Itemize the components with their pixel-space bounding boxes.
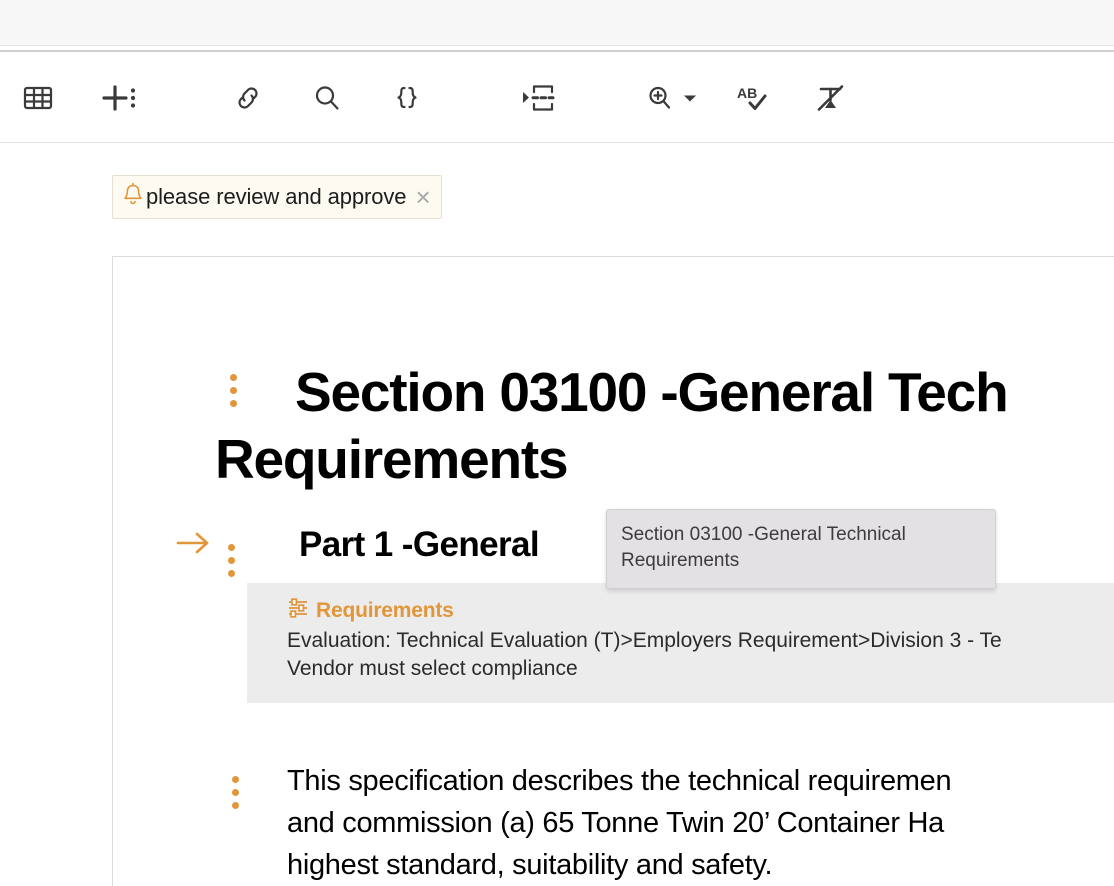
link-icon (233, 83, 263, 113)
find-button[interactable] (303, 53, 351, 142)
curly-braces-icon (392, 83, 422, 113)
requirements-line-2: Vendor must select compliance (287, 656, 578, 680)
insert-element-button[interactable] (92, 53, 146, 142)
requirements-callout: Requirements Evaluation: Technical Evalu… (247, 583, 1114, 703)
page-break-button[interactable] (512, 53, 568, 142)
svg-text:AB: AB (737, 85, 757, 101)
sliders-icon (287, 597, 309, 624)
close-icon[interactable]: × (415, 184, 430, 210)
document-editor-window: AB please review and approve × Section 0… (0, 0, 1114, 886)
plus-more-icon (100, 84, 138, 112)
requirements-header: Requirements (287, 597, 1114, 624)
bell-icon (121, 182, 145, 213)
heading-drag-handle[interactable] (227, 541, 235, 580)
clear-formatting-button[interactable] (805, 53, 855, 142)
insert-table-button[interactable] (14, 53, 62, 142)
body-paragraph: This specification describes the technic… (287, 761, 1114, 886)
requirements-label: Requirements (316, 598, 454, 622)
requirements-line-1: Evaluation: Technical Evaluation (T)>Emp… (287, 629, 1002, 652)
editor-toolbar: AB (0, 53, 1114, 143)
expand-arrow-icon[interactable] (175, 529, 215, 562)
review-notification-banner[interactable]: please review and approve × (112, 175, 442, 219)
document-page: Section 03100 -General Tech Requirements… (112, 256, 1114, 886)
page-title-line2: Requirements (215, 428, 569, 490)
spell-check-icon: AB (736, 83, 768, 113)
table-icon (23, 85, 53, 111)
insert-link-button[interactable] (224, 53, 272, 142)
body-line-1: This specification describes the technic… (287, 765, 952, 797)
spell-check-button[interactable]: AB (727, 53, 777, 142)
zoom-button[interactable] (640, 53, 702, 142)
code-block-button[interactable] (383, 53, 431, 142)
title-tooltip: Section 03100 -General Technical Require… (606, 509, 996, 589)
toolbar-top-divider (0, 50, 1114, 52)
zoom-in-icon (646, 83, 680, 113)
search-icon (312, 83, 342, 113)
body-line-2: and commission (a) 65 Tonne Twin 20’ Con… (287, 806, 944, 839)
section-heading: Part 1 -General (299, 525, 540, 564)
body-line-3: highest standard, suitability and safety… (287, 848, 773, 881)
banner-message: please review and approve (146, 184, 407, 209)
page-title-text: Section 03100 -General Tech (295, 361, 1009, 423)
page-title: Section 03100 -General Tech (213, 357, 1114, 427)
page-break-icon (520, 83, 560, 113)
chevron-down-icon (683, 93, 697, 103)
paragraph-drag-handle[interactable] (231, 773, 239, 812)
clear-formatting-icon (814, 83, 846, 113)
window-top-strip (0, 0, 1114, 46)
